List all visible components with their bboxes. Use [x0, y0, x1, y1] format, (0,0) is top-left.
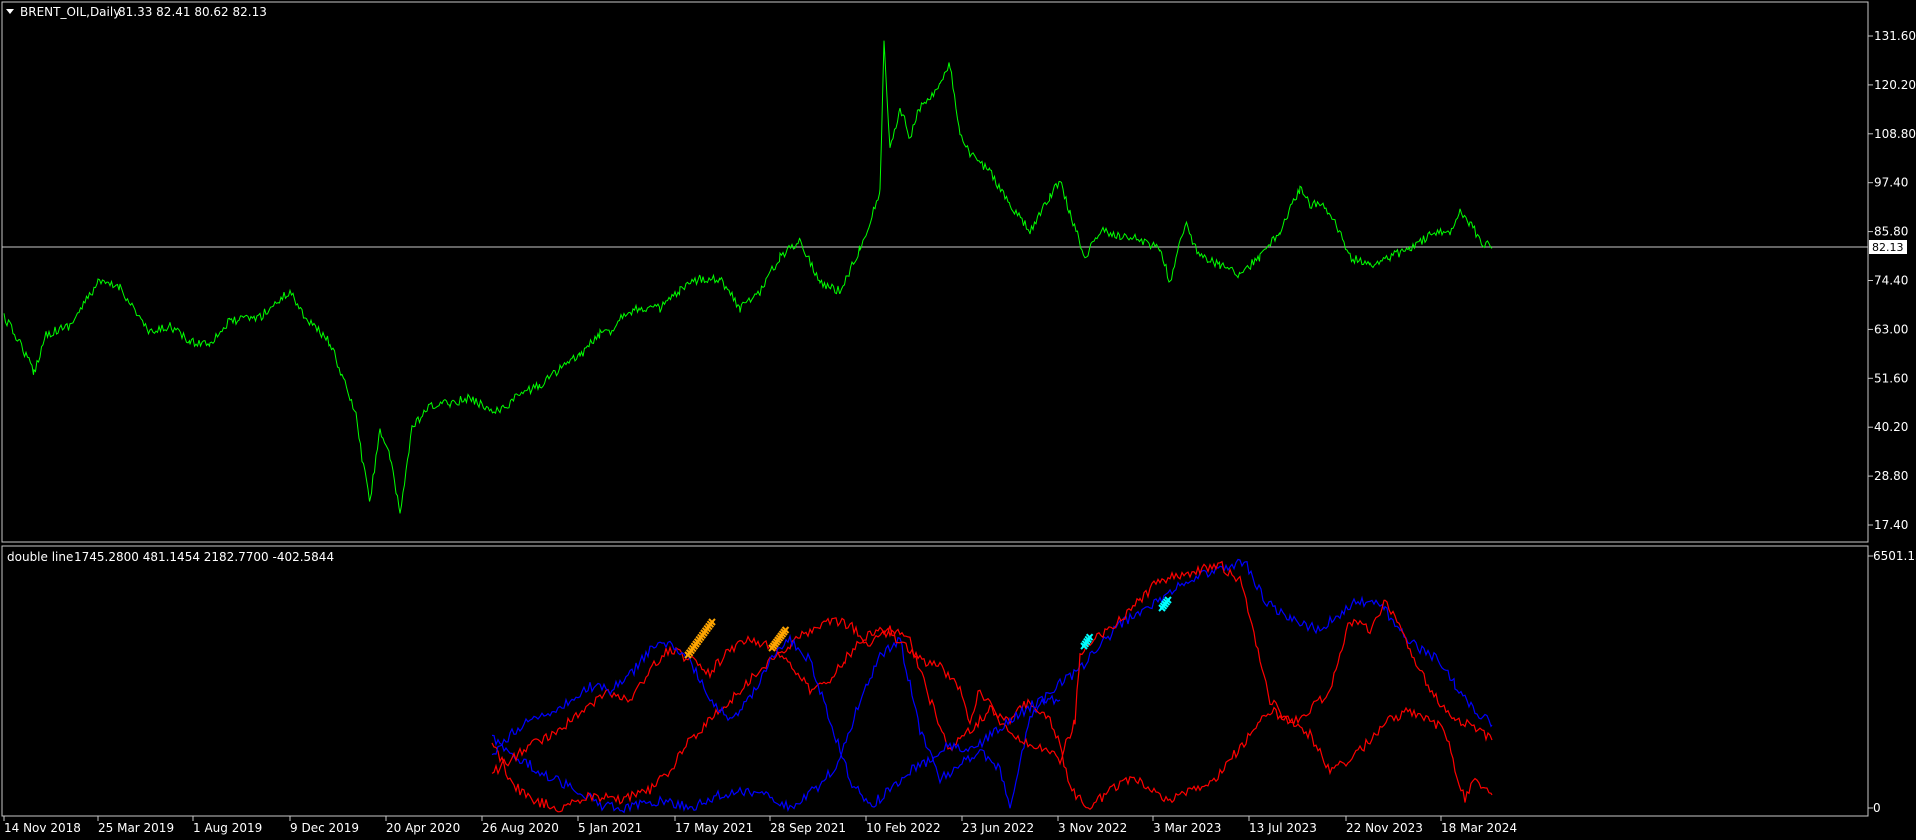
indicator-panel-title: double line — [7, 550, 73, 564]
price-axis-label: 17.40 — [1874, 518, 1908, 532]
price-series-line — [3, 40, 1493, 514]
indicator-panel-values: 1745.2800 481.1454 2182.7700 -402.5844 — [74, 550, 334, 564]
main-panel-ohlc: 81.33 82.41 80.62 82.13 — [118, 5, 267, 19]
price-axis-label: 120.20 — [1874, 78, 1916, 92]
price-axis-label: 85.80 — [1874, 225, 1908, 239]
chart-canvas: BRENT_OIL,Daily 81.33 82.41 80.62 82.13 … — [1, 1, 1916, 835]
price-axis-label: 74.40 — [1874, 274, 1908, 288]
time-axis-label: 26 Aug 2020 — [482, 821, 559, 835]
time-axis-label: 13 Jul 2023 — [1249, 821, 1317, 835]
indicator-axis-bottom: 0 — [1873, 801, 1881, 815]
price-axis-label: 51.60 — [1874, 371, 1908, 385]
time-axis-label: 17 May 2021 — [675, 821, 753, 835]
main-panel-frame — [1, 1, 1869, 543]
time-axis-label: 18 Mar 2024 — [1441, 821, 1517, 835]
time-axis-label: 23 Jun 2022 — [962, 821, 1034, 835]
indicator-panel-frame — [1, 545, 1869, 817]
main-panel-title: BRENT_OIL,Daily — [20, 5, 120, 19]
collapse-triangle-icon[interactable] — [6, 9, 14, 14]
time-axis: 14 Nov 2018 25 Mar 2019 1 Aug 2019 9 Dec 20… — [3, 816, 1517, 835]
time-axis-label: 22 Nov 2023 — [1346, 821, 1423, 835]
price-axis-label: 40.20 — [1874, 420, 1908, 434]
indicator-red-line-2 — [491, 617, 1493, 813]
time-axis-label: 3 Mar 2023 — [1153, 821, 1221, 835]
indicator-red-line — [491, 560, 1493, 776]
time-axis-label: 14 Nov 2018 — [4, 821, 81, 835]
price-axis: 131.60 120.20 108.80 97.40 85.80 74.40 63.00 51… — [1868, 29, 1916, 532]
time-axis-label: 25 Mar 2019 — [98, 821, 174, 835]
indicator-blue-line-2 — [491, 633, 1061, 808]
indicator-blue-line — [491, 558, 1493, 814]
time-axis-label: 3 Nov 2022 — [1058, 821, 1127, 835]
price-axis-label: 108.80 — [1874, 127, 1916, 141]
time-axis-label: 20 Apr 2020 — [386, 821, 460, 835]
indicator-axis-top: 6501.15 — [1873, 549, 1916, 563]
time-axis-label: 28 Sep 2021 — [770, 821, 846, 835]
time-axis-label: 1 Aug 2019 — [193, 821, 262, 835]
price-axis-label: 131.60 — [1874, 29, 1916, 43]
price-axis-label: 28.80 — [1874, 469, 1908, 483]
time-axis-label: 5 Jan 2021 — [578, 821, 642, 835]
price-axis-label: 97.40 — [1874, 176, 1908, 190]
time-axis-label: 10 Feb 2022 — [866, 821, 941, 835]
price-axis-label: 63.00 — [1874, 322, 1908, 336]
current-price-label: 82.13 — [1872, 241, 1904, 254]
time-axis-label: 9 Dec 2019 — [290, 821, 359, 835]
